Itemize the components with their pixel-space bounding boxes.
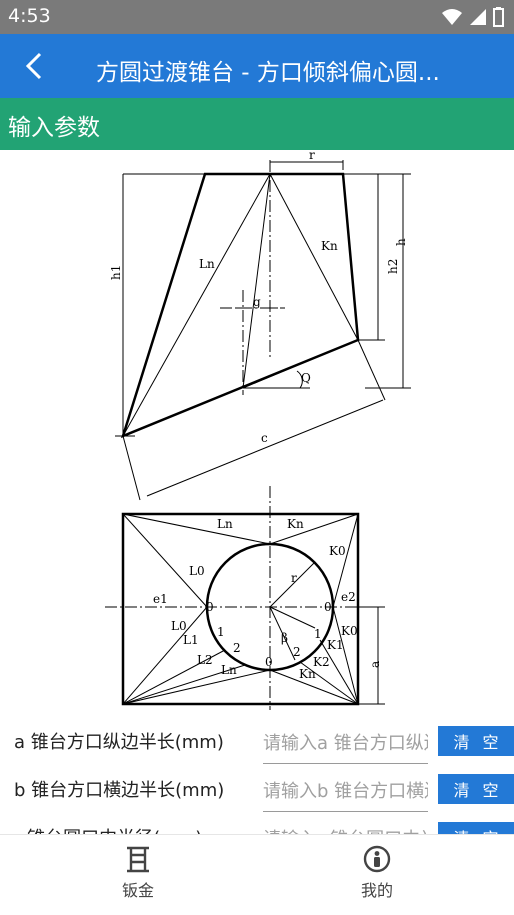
label-a: a [368,661,382,668]
status-time: 4:53 [8,5,51,27]
field-row-a: a 锥台方口纵边半长(mm) 清 空 [0,720,514,768]
label-k1: K1 [327,638,344,652]
label-h2: h2 [386,259,400,274]
label-kn-bottom: Kn [299,667,316,681]
label-e1: e1 [153,592,168,606]
page-title: 方圆过渡锥台 - 方口倾斜偏心圆... [96,60,440,86]
app-bar: 方圆过渡锥台 - 方口倾斜偏心圆... [0,34,514,98]
label-l0-bottom: L0 [171,619,187,633]
wifi-icon [442,9,462,25]
back-arrow-icon[interactable] [20,48,50,84]
bottom-nav: 钣金 我的 [0,834,514,915]
label-kn: Kn [321,239,338,253]
profile-icon [363,845,391,873]
label-e2: e2 [341,590,356,604]
label-two-left: 2 [233,641,241,655]
label-ln2: Ln [217,517,233,531]
field-label-r: r 锥台圆口中半径(mm) [14,824,202,834]
clear-button-a[interactable]: 清 空 [438,726,514,756]
label-k0-bottom: K0 [341,624,358,638]
label-l2: L2 [197,653,213,667]
status-icons [441,7,504,27]
label-zero-left: 0 [206,600,214,614]
label-kn2: Kn [287,517,304,531]
label-l1: L1 [183,633,199,647]
label-one-left: 1 [217,625,225,639]
section-title: 输入参数 [8,115,100,141]
label-c: c [261,431,268,445]
sheet-metal-icon [127,846,149,873]
clear-button-b[interactable]: 清 空 [438,774,514,804]
field-label-a: a 锥台方口纵边半长(mm) [14,732,224,753]
label-l0: L0 [189,564,205,578]
label-radius: r [291,571,297,585]
section-header: 输入参数 [0,98,514,150]
signal-icon [470,9,486,25]
clear-button-r[interactable]: 清 空 [438,822,514,834]
input-list: a 锥台方口纵边半长(mm) 清 空 b 锥台方口横边半长(mm) 清 空 r … [0,710,514,834]
label-ln-bottom: Ln [221,663,237,677]
field-label-b: b 锥台方口横边半长(mm) [14,780,225,801]
field-row-b: b 锥台方口横边半长(mm) 清 空 [0,768,514,816]
label-g: g [253,295,261,309]
status-bar: 4:53 [0,0,514,34]
label-h: h [394,238,408,246]
frustum-diagram: r h2 h h1 Ln Kn g Q c Ln Kn K0 L0 e1 e2 … [105,150,411,710]
nav-label-sheet-metal: 钣金 [121,881,154,900]
label-zero-right: 0 [324,600,332,614]
label-r: r [309,150,315,162]
field-row-r: r 锥台圆口中半径(mm) 清 空 [0,816,514,834]
battery-icon [493,7,504,27]
field-input-r[interactable] [263,820,428,834]
label-beta: β [281,631,288,645]
nav-item-profile[interactable]: 我的 [317,845,437,901]
field-input-b[interactable] [263,772,428,812]
label-zero-bottom: 0 [265,655,273,669]
field-input-a[interactable] [263,724,428,764]
label-k0: K0 [329,544,346,558]
label-ln: Ln [199,257,215,271]
label-q: Q [301,371,311,385]
label-one-right: 1 [314,627,322,641]
label-h1: h1 [109,265,123,280]
nav-label-profile: 我的 [360,881,393,900]
label-two-right: 2 [293,645,301,659]
nav-item-sheet-metal[interactable]: 钣金 [78,845,198,901]
